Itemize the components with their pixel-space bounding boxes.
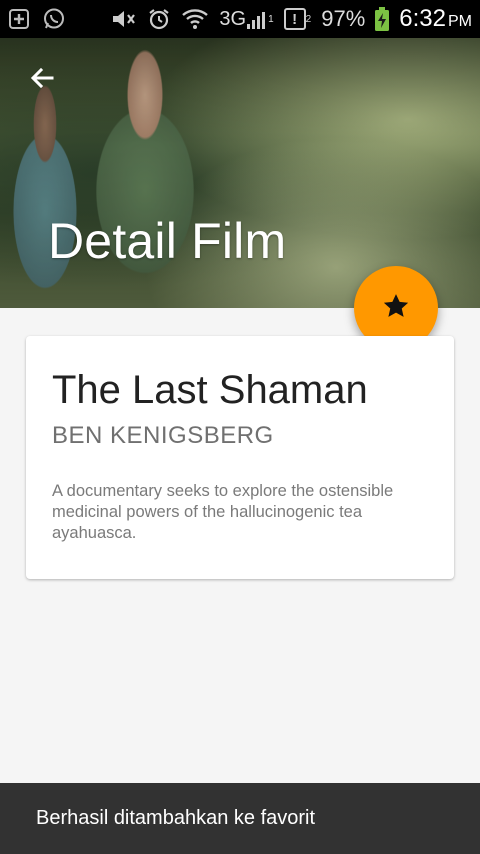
star-icon: [381, 291, 411, 326]
clock: 6:32 PM: [399, 5, 472, 33]
film-director: BEN KENIGSBERG: [52, 422, 274, 449]
snackbar-message: Berhasil ditambahkan ke favorit: [36, 807, 316, 829]
battery-charging-icon: [375, 7, 390, 31]
status-right-icons: 3G 1 ! 2 97% 6:32 PM: [111, 5, 472, 33]
network-type: 3G: [219, 7, 247, 30]
mute-icon: [111, 8, 137, 30]
clock-ampm: PM: [448, 13, 472, 30]
back-button[interactable]: [24, 62, 60, 98]
plus-box-icon: [8, 8, 30, 30]
sim-superscript: 2: [305, 13, 312, 25]
sim-badge: !: [283, 8, 306, 30]
arrow-left-icon: [28, 64, 56, 97]
status-bar: 3G 1 ! 2 97% 6:32 PM: [0, 0, 480, 38]
cell-signal-icon: 3G 1: [219, 8, 273, 31]
page-title: Detail Film: [48, 213, 287, 269]
battery-percent: 97%: [321, 6, 366, 31]
snackbar: Berhasil ditambahkan ke favorit: [0, 783, 480, 854]
clock-time: 6:32: [399, 5, 446, 32]
signal-superscript: 1: [268, 13, 274, 25]
status-left-icons: [8, 7, 66, 31]
film-title: The Last Shaman: [52, 368, 368, 412]
whatsapp-icon: [42, 7, 66, 31]
film-detail-card: The Last Shaman BEN KENIGSBERG A documen…: [26, 336, 454, 579]
wifi-icon: [181, 8, 209, 30]
film-description: A documentary seeks to explore the osten…: [52, 482, 394, 542]
alarm-icon: [147, 7, 171, 31]
sim-alert-icon: ! 2: [283, 8, 312, 30]
